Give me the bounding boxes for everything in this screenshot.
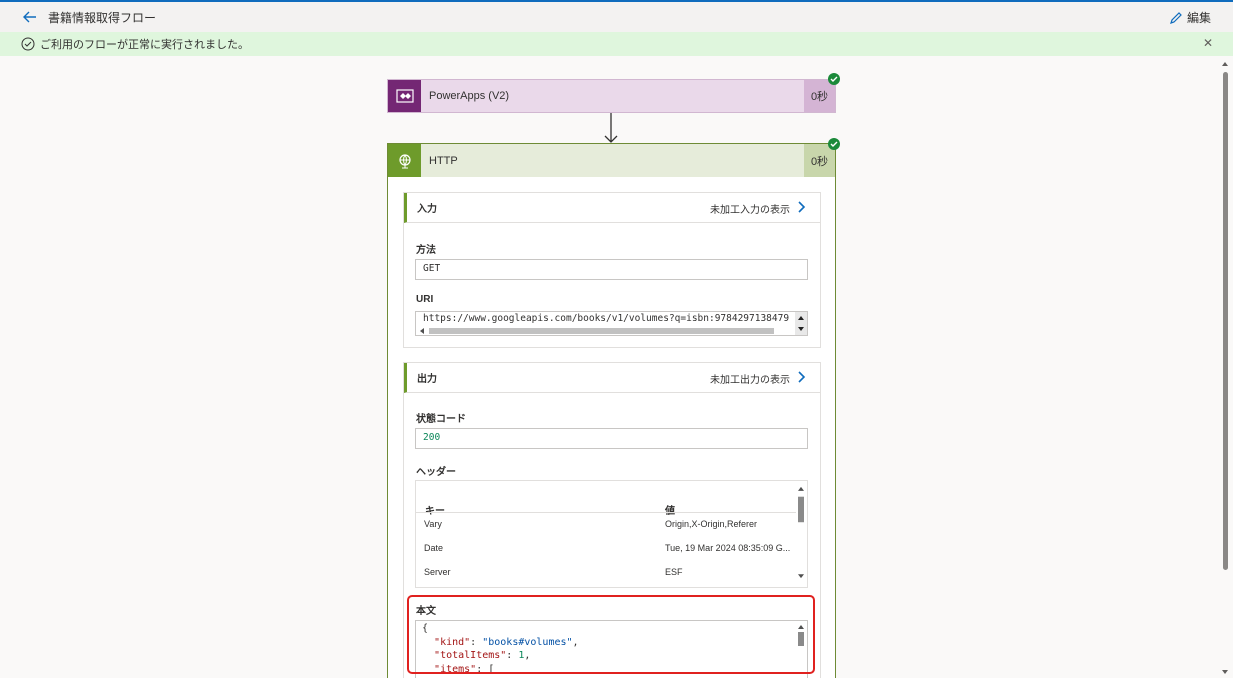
inputs-header: 入力 未加工入力の表示: [404, 193, 820, 223]
headers-scrollbar[interactable]: [795, 481, 807, 587]
pencil-icon: [1170, 11, 1182, 24]
trigger-title: PowerApps (V2): [429, 90, 510, 102]
back-arrow-icon[interactable]: [22, 9, 38, 25]
outputs-heading: 出力: [417, 374, 437, 385]
headers-key-column: キー: [425, 502, 445, 517]
edit-button[interactable]: 編集: [1169, 9, 1211, 26]
success-check-icon: [21, 37, 35, 51]
trigger-success-icon: [828, 73, 840, 85]
header-value: Tue, 19 Mar 2024 08:35:09 G...: [665, 543, 791, 553]
success-banner: ご利用のフローが正常に実行されました。 ✕: [0, 32, 1233, 56]
inputs-heading: 入力: [417, 204, 437, 215]
http-title: HTTP: [429, 154, 458, 167]
banner-message: ご利用のフローが正常に実行されました。: [40, 39, 249, 51]
header-key: Vary: [424, 519, 442, 529]
header-value: ESF: [665, 567, 683, 577]
powerapps-icon: [388, 80, 421, 112]
http-success-icon: [828, 138, 840, 150]
method-field: GET: [415, 259, 808, 280]
flow-title: 書籍情報取得フロー: [48, 10, 157, 25]
uri-label: URI: [416, 294, 434, 305]
outputs-header: 出力 未加工出力の表示: [404, 363, 820, 393]
edit-label: 編集: [1186, 11, 1211, 25]
method-label: 方法: [416, 245, 436, 256]
globe-icon: [388, 144, 421, 177]
uri-vertical-scroll-buttons[interactable]: [795, 312, 807, 335]
highlight-box: [407, 595, 815, 674]
page-scrollbar[interactable]: [1216, 56, 1233, 678]
http-card-header[interactable]: HTTP 0秒: [388, 144, 835, 177]
trigger-card[interactable]: PowerApps (V2) 0秒: [387, 79, 836, 113]
show-raw-inputs-link[interactable]: 未加工入力の表示: [710, 201, 790, 216]
chevron-right-icon[interactable]: [796, 370, 806, 384]
inputs-section: 入力 未加工入力の表示 方法 GET URI https://www.googl…: [403, 192, 821, 348]
headers-value-column: 値: [665, 502, 675, 517]
trigger-duration: 0秒: [804, 80, 835, 112]
flow-arrow-icon: [604, 113, 618, 143]
uri-field[interactable]: https://www.googleapis.com/books/v1/volu…: [415, 311, 808, 336]
headers-label: ヘッダー: [416, 467, 456, 478]
status-code-field: 200: [415, 428, 808, 449]
show-raw-outputs-link[interactable]: 未加工出力の表示: [710, 371, 790, 386]
close-icon[interactable]: ✕: [1203, 37, 1215, 49]
header-key: Server: [424, 567, 451, 577]
headers-table[interactable]: キー 値 Vary Origin,X-Origin,Referer Date T…: [415, 480, 808, 588]
uri-horizontal-scrollbar[interactable]: [416, 326, 793, 335]
chevron-right-icon[interactable]: [796, 200, 806, 214]
status-code-label: 状態コード: [416, 414, 466, 425]
command-bar: 書籍情報取得フロー 編集: [0, 2, 1233, 32]
header-value: Origin,X-Origin,Referer: [665, 519, 758, 529]
header-key: Date: [424, 543, 444, 553]
uri-value: https://www.googleapis.com/books/v1/volu…: [423, 313, 790, 324]
